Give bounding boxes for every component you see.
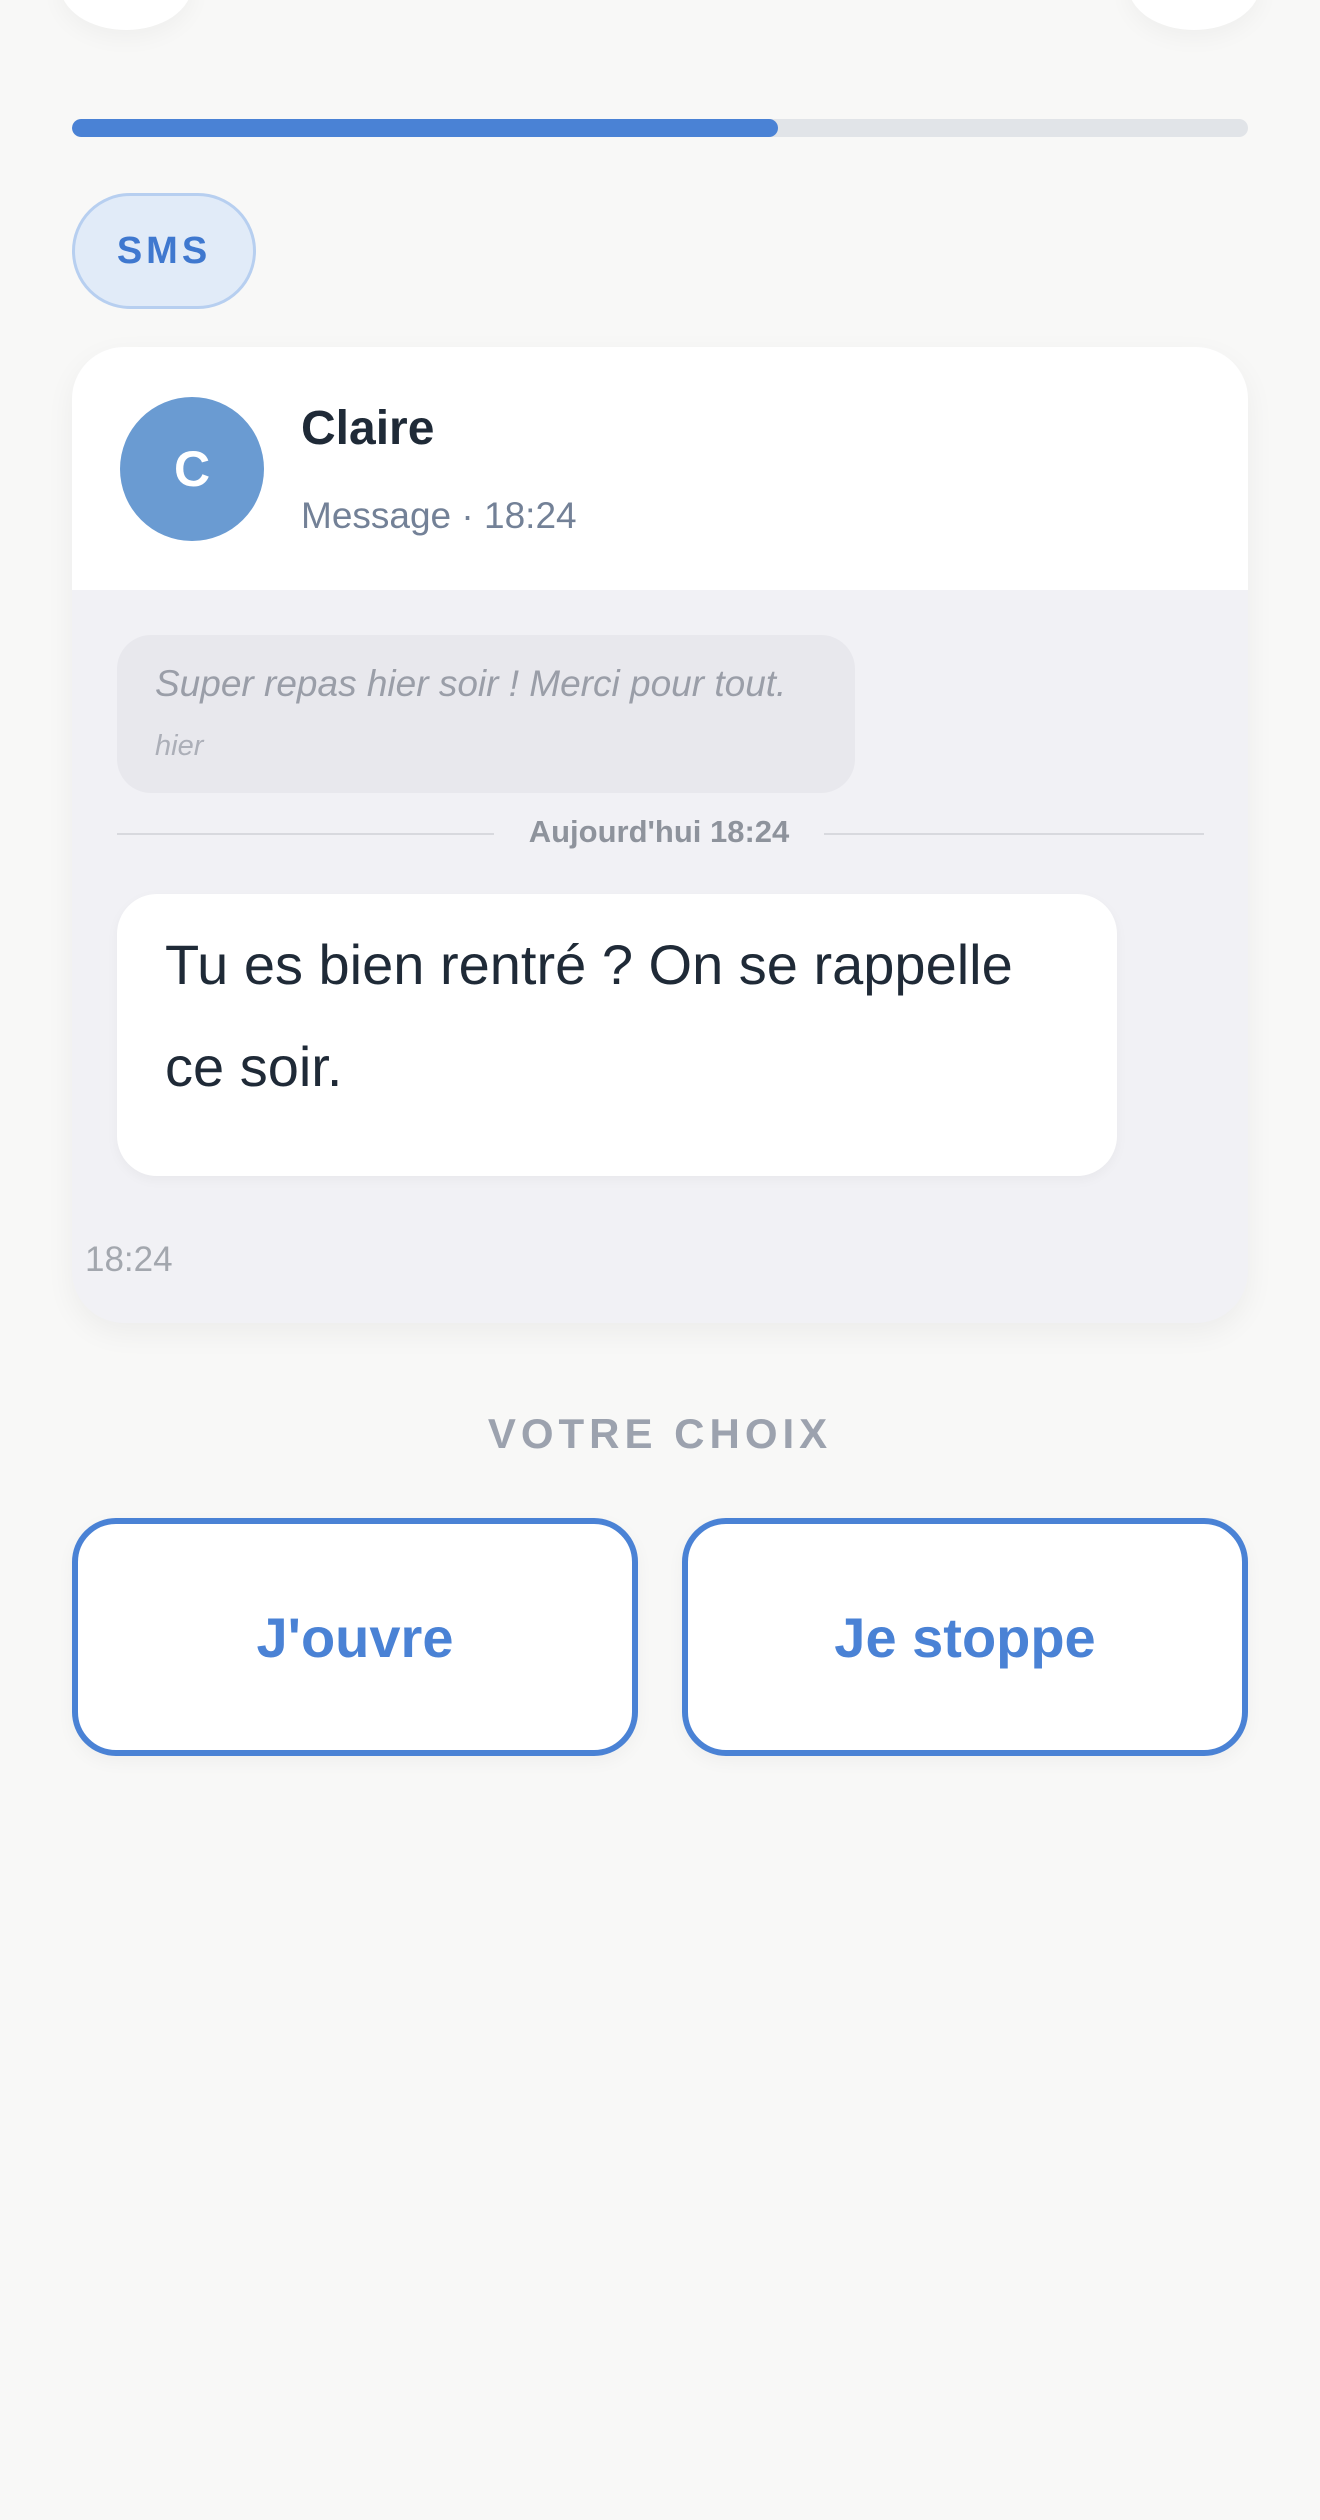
previous-message-bubble: Super repas hier soir ! Merci pour tout.…: [117, 635, 855, 793]
message-text: Tu es bien rentré ? On se rappelle ce so…: [165, 933, 1013, 1098]
message-timestamp: 18:24: [85, 1240, 173, 1279]
choice-label: VOTRE CHOIX: [487, 1410, 833, 1457]
top-right-button[interactable]: [1128, 0, 1260, 30]
divider-line-left: [117, 833, 494, 835]
open-button[interactable]: J'ouvre: [72, 1518, 638, 1756]
progress-bar: [72, 119, 1248, 137]
message-card: C Claire Message · 18:24 Super repas hie…: [72, 347, 1248, 1323]
progress-fill: [72, 119, 778, 137]
previous-message-text: Super repas hier soir ! Merci pour tout.: [155, 663, 787, 704]
divider-line-right: [824, 833, 1204, 835]
message-header: C Claire Message · 18:24: [72, 347, 1248, 590]
top-left-button[interactable]: [60, 0, 192, 30]
message-bubble: Tu es bien rentré ? On se rappelle ce so…: [117, 894, 1117, 1176]
sender-meta: Message · 18:24: [301, 495, 577, 536]
date-divider-label: Aujourd'hui 18:24: [528, 814, 790, 849]
avatar: C: [120, 397, 264, 541]
previous-message-time: hier: [155, 730, 204, 762]
sender-name: Claire: [301, 402, 435, 455]
stop-button[interactable]: Je stoppe: [682, 1518, 1248, 1756]
channel-badge: SMS: [72, 193, 256, 309]
